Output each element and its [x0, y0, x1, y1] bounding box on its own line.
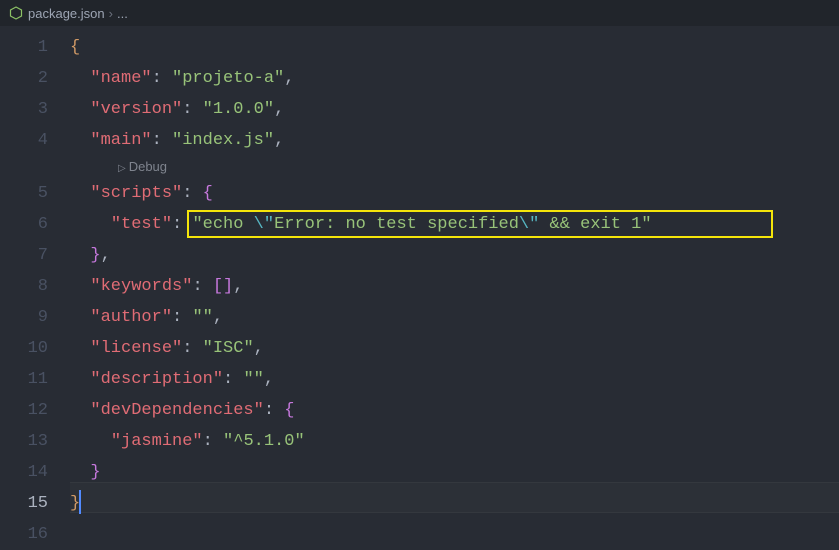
editor[interactable]: 1 2 3 4 5 6 7 8 9 10 11 12 13 14 15 16 {…	[0, 26, 839, 537]
code-line[interactable]: {	[70, 32, 839, 63]
npm-file-icon	[8, 5, 24, 21]
line-number: 11	[0, 364, 70, 395]
code-line[interactable]: "license": "ISC",	[70, 333, 839, 364]
line-number: 8	[0, 271, 70, 302]
code-line[interactable]: "version": "1.0.0",	[70, 94, 839, 125]
scrollbar-vertical[interactable]	[825, 26, 839, 537]
code-line[interactable]: "main": "index.js",	[70, 125, 839, 156]
code-line[interactable]: "name": "projeto-a",	[70, 63, 839, 94]
line-number: 6	[0, 209, 70, 240]
line-number: 5	[0, 178, 70, 209]
breadcrumb-file[interactable]: package.json	[28, 6, 105, 21]
line-number: 13	[0, 426, 70, 457]
gutter: 1 2 3 4 5 6 7 8 9 10 11 12 13 14 15 16	[0, 26, 70, 537]
code-line[interactable]: }	[70, 488, 839, 519]
codelens-debug[interactable]: ▷Debug	[70, 156, 839, 178]
code-line[interactable]: "test": "echo \"Error: no test specified…	[70, 209, 839, 240]
line-number: 15	[0, 488, 70, 519]
line-number: 4	[0, 125, 70, 156]
breadcrumb[interactable]: package.json › ...	[0, 0, 839, 26]
line-number: 1	[0, 32, 70, 63]
code-line[interactable]: "keywords": [],	[70, 271, 839, 302]
line-number: 2	[0, 63, 70, 94]
code-line[interactable]: "description": "",	[70, 364, 839, 395]
line-number: 16	[0, 519, 70, 550]
breadcrumb-trail[interactable]: ...	[117, 6, 128, 21]
line-number: 10	[0, 333, 70, 364]
code-area[interactable]: { "name": "projeto-a", "version": "1.0.0…	[70, 26, 839, 537]
line-number: 14	[0, 457, 70, 488]
code-line[interactable]: "jasmine": "^5.1.0"	[70, 426, 839, 457]
code-line[interactable]	[70, 519, 839, 550]
line-number: 3	[0, 94, 70, 125]
code-line[interactable]: "author": "",	[70, 302, 839, 333]
code-line[interactable]: }	[70, 457, 839, 488]
line-number: 9	[0, 302, 70, 333]
play-icon: ▷	[118, 158, 126, 180]
cursor	[79, 490, 81, 514]
code-line[interactable]: "devDependencies": {	[70, 395, 839, 426]
code-line[interactable]: "scripts": {	[70, 178, 839, 209]
code-line[interactable]: },	[70, 240, 839, 271]
line-number: 12	[0, 395, 70, 426]
breadcrumb-separator: ›	[109, 6, 113, 21]
line-number: 7	[0, 240, 70, 271]
